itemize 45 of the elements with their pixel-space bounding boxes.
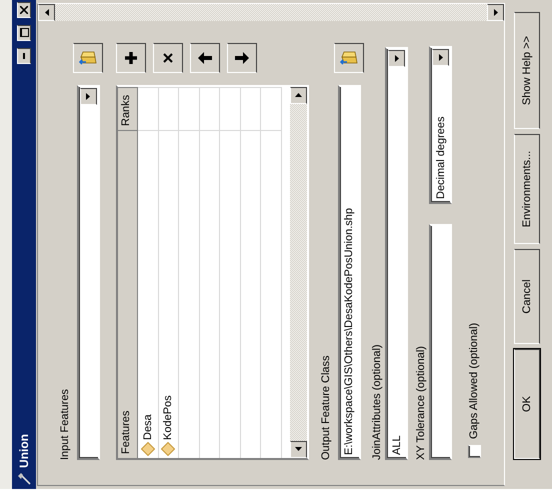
caret-icon <box>394 55 398 62</box>
column-header: Features <box>118 130 138 458</box>
feature-name: Desa <box>142 414 154 440</box>
remove-button[interactable] <box>153 43 183 73</box>
caret-icon <box>438 54 442 61</box>
input-features-dropdown[interactable] <box>76 85 100 460</box>
browse-button[interactable] <box>73 43 103 73</box>
dialog-button[interactable]: Cancel <box>514 249 540 344</box>
minimize-icon <box>23 53 25 59</box>
dialog-button[interactable]: Show Help >> <box>514 12 540 129</box>
folder-icon <box>79 50 97 66</box>
maximize-button[interactable] <box>17 25 31 41</box>
move-down-button[interactable] <box>227 43 257 73</box>
dialog-button[interactable]: Environments... <box>514 134 540 244</box>
add-button[interactable] <box>116 43 146 73</box>
xy-tolerance-field[interactable] <box>429 224 452 460</box>
remove-icon <box>163 53 173 63</box>
browse-button[interactable] <box>334 43 364 73</box>
feature-name: KodePos <box>162 395 174 440</box>
feature-layer-icon <box>140 442 155 456</box>
dialog-button[interactable]: OK <box>514 349 540 459</box>
plus-icon <box>124 51 138 65</box>
feature-layer-icon <box>161 442 176 456</box>
output-feature-class-label: Output Feature Class <box>319 354 333 460</box>
checkbox[interactable] <box>468 445 481 458</box>
move-up-button[interactable] <box>190 43 220 73</box>
join-attributes-label: JoinAttributes (optional) <box>370 343 384 460</box>
column-header: Ranks <box>118 87 138 130</box>
close-button[interactable] <box>17 2 31 18</box>
folder-icon <box>340 50 358 66</box>
input-features-label: Input Features <box>58 388 72 460</box>
join-attributes-dropdown[interactable]: ALL <box>385 47 408 460</box>
dropdown-button[interactable] <box>432 49 449 66</box>
dropdown-button[interactable] <box>388 50 405 67</box>
close-icon <box>20 6 28 14</box>
maximize-icon <box>20 28 28 38</box>
units-dropdown[interactable]: Decimal degrees <box>429 46 452 204</box>
dropdown-button[interactable] <box>80 88 96 105</box>
gaps-allowed-label: Gaps Allowed (optional) <box>467 322 481 439</box>
caret-icon <box>86 93 90 100</box>
xy-tolerance-label: XY Tolerance (optional) <box>414 345 428 460</box>
minimize-button[interactable] <box>17 48 31 64</box>
window-title: Union <box>17 433 31 468</box>
output-path-field[interactable]: E:\workspace\GIS\Others\DesaKodePosUnion.shp <box>338 85 360 460</box>
hammer-icon <box>17 472 31 486</box>
